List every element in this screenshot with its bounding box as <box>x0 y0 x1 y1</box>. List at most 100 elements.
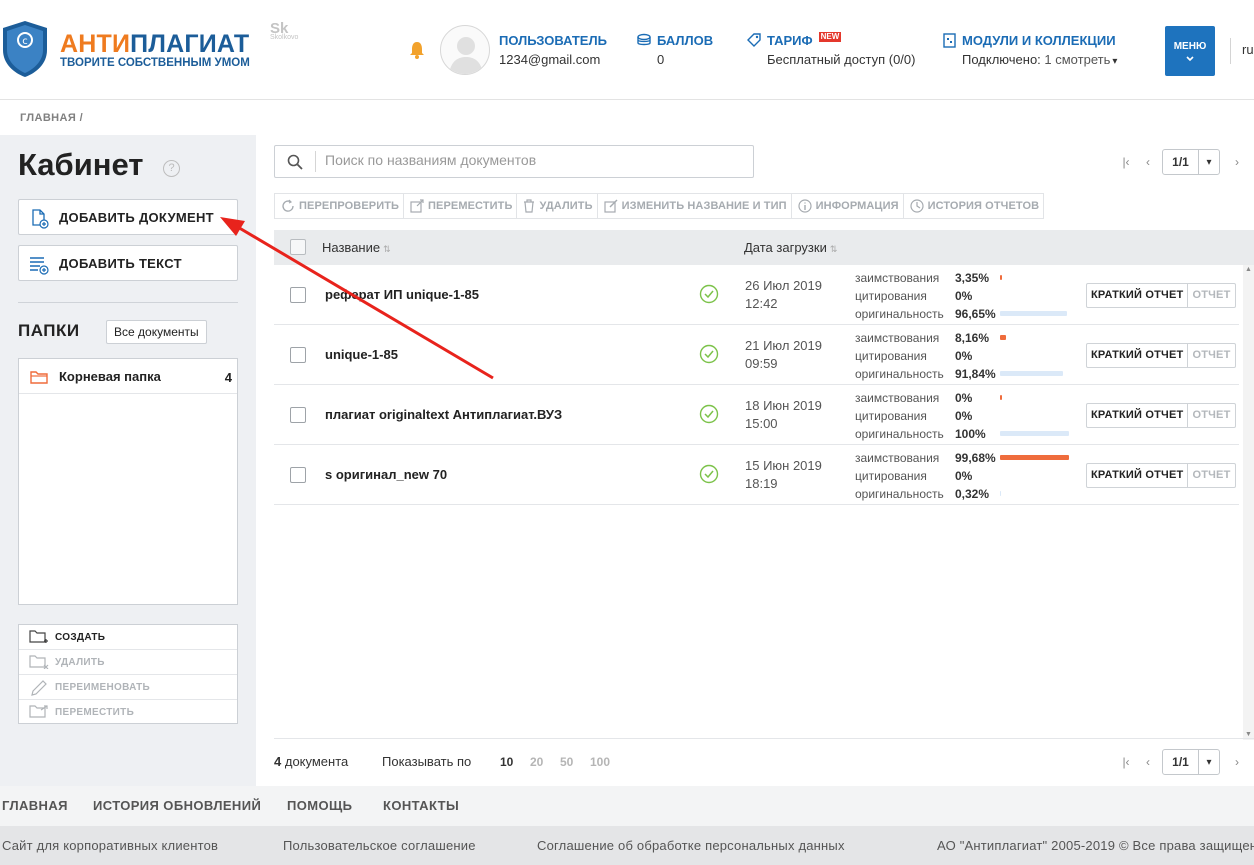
row-checkbox[interactable] <box>290 407 306 423</box>
bell-icon[interactable] <box>408 40 426 60</box>
short-report-button[interactable]: КРАТКИЙ ОТЧЕТ <box>1087 404 1189 427</box>
points-label[interactable]: БАЛЛОВ <box>657 33 713 48</box>
modules-link[interactable]: 1 смотреть <box>1044 52 1110 67</box>
help-icon[interactable]: ? <box>163 160 180 177</box>
edit-icon <box>604 199 618 213</box>
short-report-button[interactable]: КРАТКИЙ ОТЧЕТ <box>1087 464 1189 487</box>
cite-value: 0% <box>955 289 973 303</box>
add-document-label: ДОБАВИТЬ ДОКУМЕНТ <box>59 209 214 225</box>
row-checkbox[interactable] <box>290 467 306 483</box>
skolkovo-subtitle: Skolkovo <box>270 34 299 41</box>
user-block[interactable]: ПОЛЬЗОВАТЕЛЬ 1234@gmail.com <box>499 32 607 68</box>
report-button[interactable]: ОТЧЕТ <box>1188 344 1234 367</box>
add-document-button[interactable]: ДОБАВИТЬ ДОКУМЕНТ <box>18 199 238 235</box>
menu-button[interactable]: МЕНЮ <box>1165 26 1215 76</box>
footer-link-home[interactable]: ГЛАВНАЯ <box>2 798 68 813</box>
table-row[interactable]: s оригинал_new 70 15 Июн 2019 18:19 заимств… <box>274 445 1239 505</box>
move-button[interactable]: ПЕРЕМЕСТИТЬ <box>404 194 518 218</box>
table-row[interactable]: unique-1-85 21 Июл 2019 09:59 заимствования… <box>274 325 1239 385</box>
rename-button[interactable]: ИЗМЕНИТЬ НАЗВАНИЕ И ТИП <box>598 194 792 218</box>
delete-button[interactable]: УДАЛИТЬ <box>517 194 598 218</box>
rename-folder-button[interactable]: ПЕРЕИМЕНОВАТЬ <box>19 675 237 700</box>
table-row[interactable]: плагиат originaltext Антиплагиат.ВУЗ 18 И… <box>274 385 1239 445</box>
chevron-down-icon[interactable]: ▾ <box>1112 56 1117 67</box>
short-report-button[interactable]: КРАТКИЙ ОТЧЕТ <box>1087 284 1189 307</box>
cite-label: цитирования <box>855 469 927 483</box>
footer-link-contacts[interactable]: КОНТАКТЫ <box>383 798 459 813</box>
page-size-20[interactable]: 20 <box>530 755 543 769</box>
search-icon[interactable] <box>287 154 303 170</box>
borrow-bar <box>1000 455 1069 460</box>
first-page-icon[interactable]: |‹ <box>1115 755 1137 769</box>
page-size-10[interactable]: 10 <box>500 755 513 769</box>
report-button[interactable]: ОТЧЕТ <box>1188 404 1234 427</box>
short-report-button[interactable]: КРАТКИЙ ОТЧЕТ <box>1087 344 1189 367</box>
footer-link-privacy[interactable]: Соглашение об обработке персональных дан… <box>537 838 845 853</box>
last-page-icon[interactable]: ›| <box>1248 155 1254 169</box>
first-page-icon[interactable]: |‹ <box>1115 155 1137 169</box>
cite-value: 0% <box>955 349 973 363</box>
column-name-header[interactable]: Название ⇅ <box>322 240 391 255</box>
originality-bar <box>1000 491 1001 496</box>
show-by-label: Показывать по <box>382 754 472 769</box>
row-checkbox[interactable] <box>290 287 306 303</box>
report-button[interactable]: ОТЧЕТ <box>1188 284 1234 307</box>
footer-link-help[interactable]: ПОМОЩЬ <box>287 798 352 813</box>
modules-label[interactable]: МОДУЛИ И КОЛЛЕКЦИИ <box>962 33 1116 48</box>
refresh-icon <box>282 199 294 212</box>
user-label[interactable]: ПОЛЬЗОВАТЕЛЬ <box>499 32 607 48</box>
tariff-block[interactable]: ТАРИФ NEW Бесплатный доступ (0/0) <box>747 32 915 67</box>
page-select[interactable]: 1/1 ▾ <box>1162 149 1220 175</box>
logo-title[interactable]: АНТИПЛАГИАТ <box>60 30 249 59</box>
next-page-icon[interactable]: › <box>1226 755 1248 769</box>
page-select[interactable]: 1/1 ▾ <box>1162 749 1220 775</box>
document-name[interactable]: плагиат originaltext Антиплагиат.ВУЗ <box>325 407 562 422</box>
scroll-up-icon[interactable]: ▲ <box>1243 265 1254 275</box>
language-switch[interactable]: ru <box>1230 38 1254 64</box>
all-documents-button[interactable]: Все документы <box>106 320 207 344</box>
recheck-button[interactable]: ПЕРЕПРОВЕРИТЬ <box>275 194 405 218</box>
footer-bottom: Сайт для корпоративных клиентов Пользова… <box>0 826 1254 865</box>
footer-link-corporate[interactable]: Сайт для корпоративных клиентов <box>2 838 218 853</box>
add-text-button[interactable]: ДОБАВИТЬ ТЕКСТ <box>18 245 238 281</box>
column-date-header[interactable]: Дата загрузки ⇅ <box>744 240 837 255</box>
check-circle-icon <box>699 284 719 304</box>
documents-count-number: 4 <box>274 754 282 769</box>
report-button[interactable]: ОТЧЕТ <box>1188 464 1234 487</box>
page-size-50[interactable]: 50 <box>560 755 573 769</box>
check-circle-icon <box>699 344 719 364</box>
orig-value: 91,84% <box>955 367 996 381</box>
borrow-label: заимствования <box>855 331 940 345</box>
footer-link-agreement[interactable]: Пользовательское соглашение <box>283 838 476 853</box>
delete-folder-button[interactable]: УДАЛИТЬ <box>19 650 237 675</box>
next-page-icon[interactable]: › <box>1226 155 1248 169</box>
user-silhouette-icon <box>449 37 483 74</box>
move-folder-button[interactable]: ПЕРЕМЕСТИТЬ <box>19 700 237 725</box>
table-row[interactable]: реферат ИП unique-1-85 26 Июл 2019 12:42 за… <box>274 265 1239 325</box>
page-size-100[interactable]: 100 <box>590 755 610 769</box>
footer-link-updates[interactable]: ИСТОРИЯ ОБНОВЛЕНИЙ <box>93 798 261 813</box>
create-folder-button[interactable]: СОЗДАТЬ <box>19 625 237 650</box>
borrow-label: заимствования <box>855 451 940 465</box>
avatar[interactable] <box>440 25 490 75</box>
document-name[interactable]: unique-1-85 <box>325 347 398 362</box>
info-button[interactable]: ИНФОРМАЦИЯ <box>792 194 904 218</box>
prev-page-icon[interactable]: ‹ <box>1137 755 1159 769</box>
prev-page-icon[interactable]: ‹ <box>1137 155 1159 169</box>
modules-block[interactable]: МОДУЛИ И КОЛЛЕКЦИИ Подключено: 1 смотрет… <box>943 32 1117 67</box>
scrollbar[interactable]: ▲ ▼ <box>1243 265 1254 740</box>
select-all-checkbox[interactable] <box>290 239 306 255</box>
scroll-down-icon[interactable]: ▼ <box>1243 731 1254 738</box>
search-input[interactable] <box>325 152 735 168</box>
tariff-label[interactable]: ТАРИФ <box>767 33 813 48</box>
reports-history-button[interactable]: ИСТОРИЯ ОТЧЕТОВ <box>904 194 1044 218</box>
document-name[interactable]: s оригинал_new 70 <box>325 467 447 482</box>
header: c АНТИПЛАГИАТ ТВОРИТЕ СОБСТВЕННЫМ УМОМ S… <box>0 0 1254 100</box>
breadcrumb[interactable]: ГЛАВНАЯ / <box>20 112 83 124</box>
document-name[interactable]: реферат ИП unique-1-85 <box>325 287 479 302</box>
borrow-label: заимствования <box>855 391 940 405</box>
row-checkbox[interactable] <box>290 347 306 363</box>
points-block[interactable]: БАЛЛОВ 0 <box>637 32 713 67</box>
folder-item-root[interactable]: Корневая папка 4 <box>19 359 237 394</box>
last-page-icon[interactable]: ›| <box>1248 755 1254 769</box>
